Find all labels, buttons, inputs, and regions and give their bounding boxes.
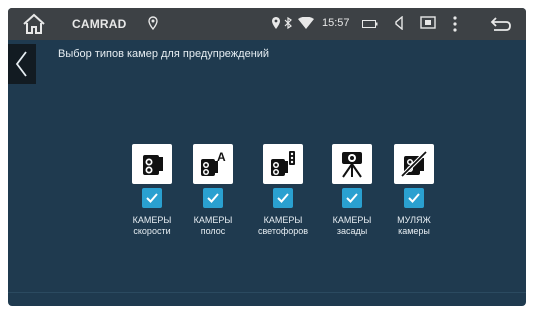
screenshot-icon[interactable] [420,16,436,30]
camera-type-label: КАМЕРЫ [132,215,172,225]
camera-type-sublabel: скорости [133,226,171,236]
check-icon [346,193,358,203]
camera-type-label: КАМЕРЫ [332,215,372,225]
app-name: CAMRAD [72,17,127,31]
checkbox[interactable] [142,188,162,208]
camera-type-dummy[interactable]: МУЛЯЖ камеры [382,144,446,237]
camera-type-label: МУЛЯЖ [397,215,431,225]
clock: 15:57 [322,17,350,29]
traffic-light-camera-icon [263,144,303,184]
camera-type-traffic-light[interactable]: КАМЕРЫ светофоров [251,144,315,237]
camera-type-sublabel: засады [336,226,368,236]
camera-type-label: КАМЕРЫ [263,215,303,225]
svg-text:A: A [217,150,226,164]
volume-icon[interactable] [392,16,406,30]
gps-icon [272,17,280,29]
camera-type-sublabel: камеры [398,226,430,236]
speed-camera-icon [132,144,172,184]
camera-type-speed[interactable]: КАМЕРЫ скорости [120,144,184,237]
checkbox[interactable] [342,188,362,208]
camera-type-sublabel: полос [200,226,226,236]
checkbox[interactable] [203,188,223,208]
lane-camera-icon: A [193,144,233,184]
check-icon [408,193,420,203]
camera-type-label: КАМЕРЫ [193,215,233,225]
camera-type-sublabel: светофоров [257,226,309,236]
check-icon [277,193,289,203]
more-menu-icon[interactable] [452,16,458,32]
back-arrow-icon[interactable] [490,15,512,33]
check-icon [207,193,219,203]
dummy-camera-icon [394,144,434,184]
back-button[interactable] [8,44,36,84]
home-icon[interactable] [22,13,46,35]
status-bar: CAMRAD 15:57 [8,8,526,40]
bluetooth-icon [284,17,292,29]
ambush-camera-icon [332,144,372,184]
chevron-left-icon [15,51,27,77]
camera-type-ambush[interactable]: КАМЕРЫ засады [320,144,384,237]
checkbox[interactable] [404,188,424,208]
app-screen: CAMRAD 15:57 Выбор типов камер для преду… [8,8,526,306]
location-pin-icon [148,16,158,30]
wifi-icon [298,17,314,29]
page-title: Выбор типов камер для предупреждений [58,48,270,60]
camera-type-lane[interactable]: A КАМЕРЫ полос [181,144,245,237]
battery-icon [362,20,378,28]
checkbox[interactable] [273,188,293,208]
divider [8,292,526,293]
check-icon [146,193,158,203]
